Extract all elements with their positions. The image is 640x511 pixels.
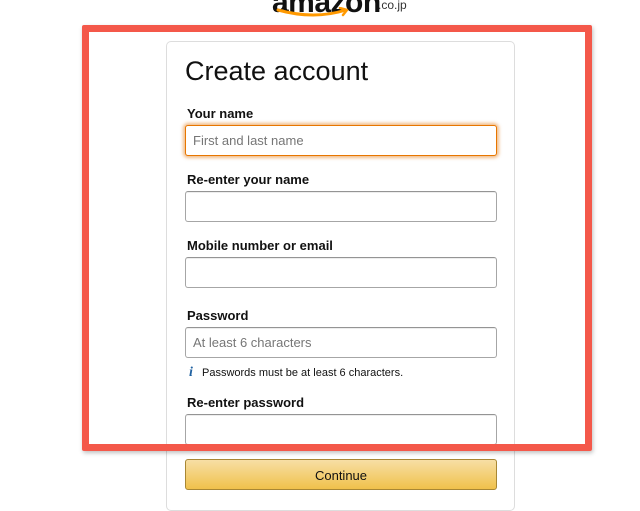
- your-name-input[interactable]: [185, 125, 497, 156]
- your-name-label: Your name: [187, 106, 254, 121]
- amazon-logo[interactable]: amazon .co.jp: [272, 0, 422, 22]
- page-title: Create account: [185, 56, 369, 86]
- password-input[interactable]: [185, 327, 497, 358]
- mobile-email-input[interactable]: [185, 257, 497, 288]
- smile-arrow-icon: [276, 7, 349, 17]
- reenter-name-input[interactable]: [185, 191, 497, 222]
- reenter-password-input[interactable]: [185, 414, 497, 445]
- reenter-password-label: Re-enter password: [187, 395, 305, 410]
- mobile-email-label: Mobile number or email: [187, 238, 333, 253]
- password-hint-text: Passwords must be at least 6 characters.: [202, 367, 404, 379]
- password-label: Password: [187, 308, 249, 323]
- info-icon: i: [189, 365, 193, 380]
- continue-button[interactable]: Continue: [185, 459, 497, 490]
- logo-domain: .co.jp: [378, 0, 407, 12]
- reenter-name-label: Re-enter your name: [187, 172, 310, 187]
- password-hint: i Passwords must be at least 6 character…: [187, 365, 403, 381]
